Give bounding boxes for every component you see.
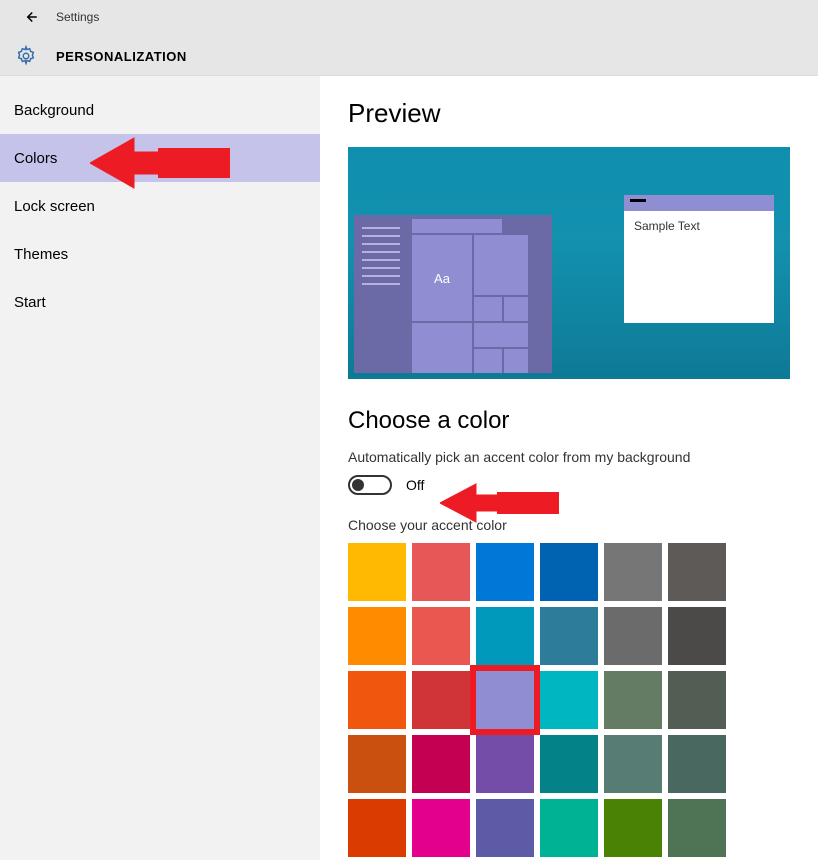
auto-accent-toggle-row: Off bbox=[348, 475, 794, 495]
accent-swatch[interactable] bbox=[476, 799, 534, 857]
accent-swatch[interactable] bbox=[540, 543, 598, 601]
sidebar-item-colors[interactable]: Colors bbox=[0, 134, 320, 182]
sidebar-item-label: Background bbox=[14, 102, 94, 119]
accent-swatch[interactable] bbox=[348, 735, 406, 793]
sidebar-item-lock-screen[interactable]: Lock screen bbox=[0, 182, 320, 230]
accent-swatch[interactable] bbox=[540, 607, 598, 665]
accent-swatch[interactable] bbox=[668, 671, 726, 729]
sidebar-item-label: Start bbox=[14, 294, 46, 311]
auto-accent-toggle-state: Off bbox=[406, 477, 424, 493]
accent-swatch[interactable] bbox=[540, 671, 598, 729]
accent-swatch[interactable] bbox=[348, 543, 406, 601]
auto-accent-label: Automatically pick an accent color from … bbox=[348, 449, 794, 465]
accent-swatch[interactable] bbox=[604, 799, 662, 857]
accent-swatch[interactable] bbox=[348, 799, 406, 857]
accent-swatch[interactable] bbox=[348, 671, 406, 729]
accent-color-label: Choose your accent color bbox=[348, 517, 794, 533]
preview-pane: Aa Sample Text bbox=[348, 147, 790, 379]
category-row: PERSONALIZATION bbox=[0, 28, 818, 76]
accent-swatch[interactable] bbox=[476, 607, 534, 665]
accent-swatch[interactable] bbox=[604, 543, 662, 601]
preview-start-menu: Aa bbox=[354, 215, 552, 373]
preview-sample-text: Sample Text bbox=[624, 211, 774, 241]
accent-color-grid bbox=[348, 543, 794, 857]
sidebar-item-label: Themes bbox=[14, 246, 68, 263]
accent-swatch[interactable] bbox=[668, 607, 726, 665]
sidebar: Background Colors Lock screen Themes Sta… bbox=[0, 76, 320, 860]
accent-swatch[interactable] bbox=[348, 607, 406, 665]
accent-swatch[interactable] bbox=[668, 735, 726, 793]
accent-swatch[interactable] bbox=[540, 799, 598, 857]
category-label: PERSONALIZATION bbox=[56, 49, 187, 64]
accent-swatch[interactable] bbox=[412, 607, 470, 665]
header: Settings PERSONALIZATION bbox=[0, 0, 818, 76]
choose-color-title: Choose a color bbox=[348, 407, 794, 435]
sidebar-item-label: Lock screen bbox=[14, 198, 95, 215]
sidebar-item-label: Colors bbox=[14, 150, 57, 167]
back-arrow-icon[interactable] bbox=[20, 7, 40, 27]
preview-window: Sample Text bbox=[624, 195, 774, 323]
accent-swatch[interactable] bbox=[476, 735, 534, 793]
auto-accent-toggle[interactable] bbox=[348, 475, 392, 495]
accent-swatch[interactable] bbox=[668, 543, 726, 601]
titlebar: Settings bbox=[0, 0, 818, 28]
preview-tile-letters: Aa bbox=[412, 235, 472, 321]
accent-swatch[interactable] bbox=[476, 671, 534, 729]
accent-swatch[interactable] bbox=[668, 799, 726, 857]
accent-swatch[interactable] bbox=[540, 735, 598, 793]
sidebar-item-themes[interactable]: Themes bbox=[0, 230, 320, 278]
sidebar-item-start[interactable]: Start bbox=[0, 278, 320, 326]
accent-swatch[interactable] bbox=[604, 607, 662, 665]
content: Preview Aa Sample Text bbox=[320, 76, 818, 860]
gear-icon bbox=[14, 44, 38, 68]
accent-swatch[interactable] bbox=[604, 671, 662, 729]
accent-swatch[interactable] bbox=[412, 799, 470, 857]
accent-swatch[interactable] bbox=[412, 671, 470, 729]
accent-swatch[interactable] bbox=[476, 543, 534, 601]
accent-swatch[interactable] bbox=[412, 543, 470, 601]
preview-title: Preview bbox=[348, 98, 794, 129]
app-title: Settings bbox=[56, 10, 99, 24]
accent-swatch[interactable] bbox=[412, 735, 470, 793]
sidebar-item-background[interactable]: Background bbox=[0, 86, 320, 134]
accent-swatch[interactable] bbox=[604, 735, 662, 793]
